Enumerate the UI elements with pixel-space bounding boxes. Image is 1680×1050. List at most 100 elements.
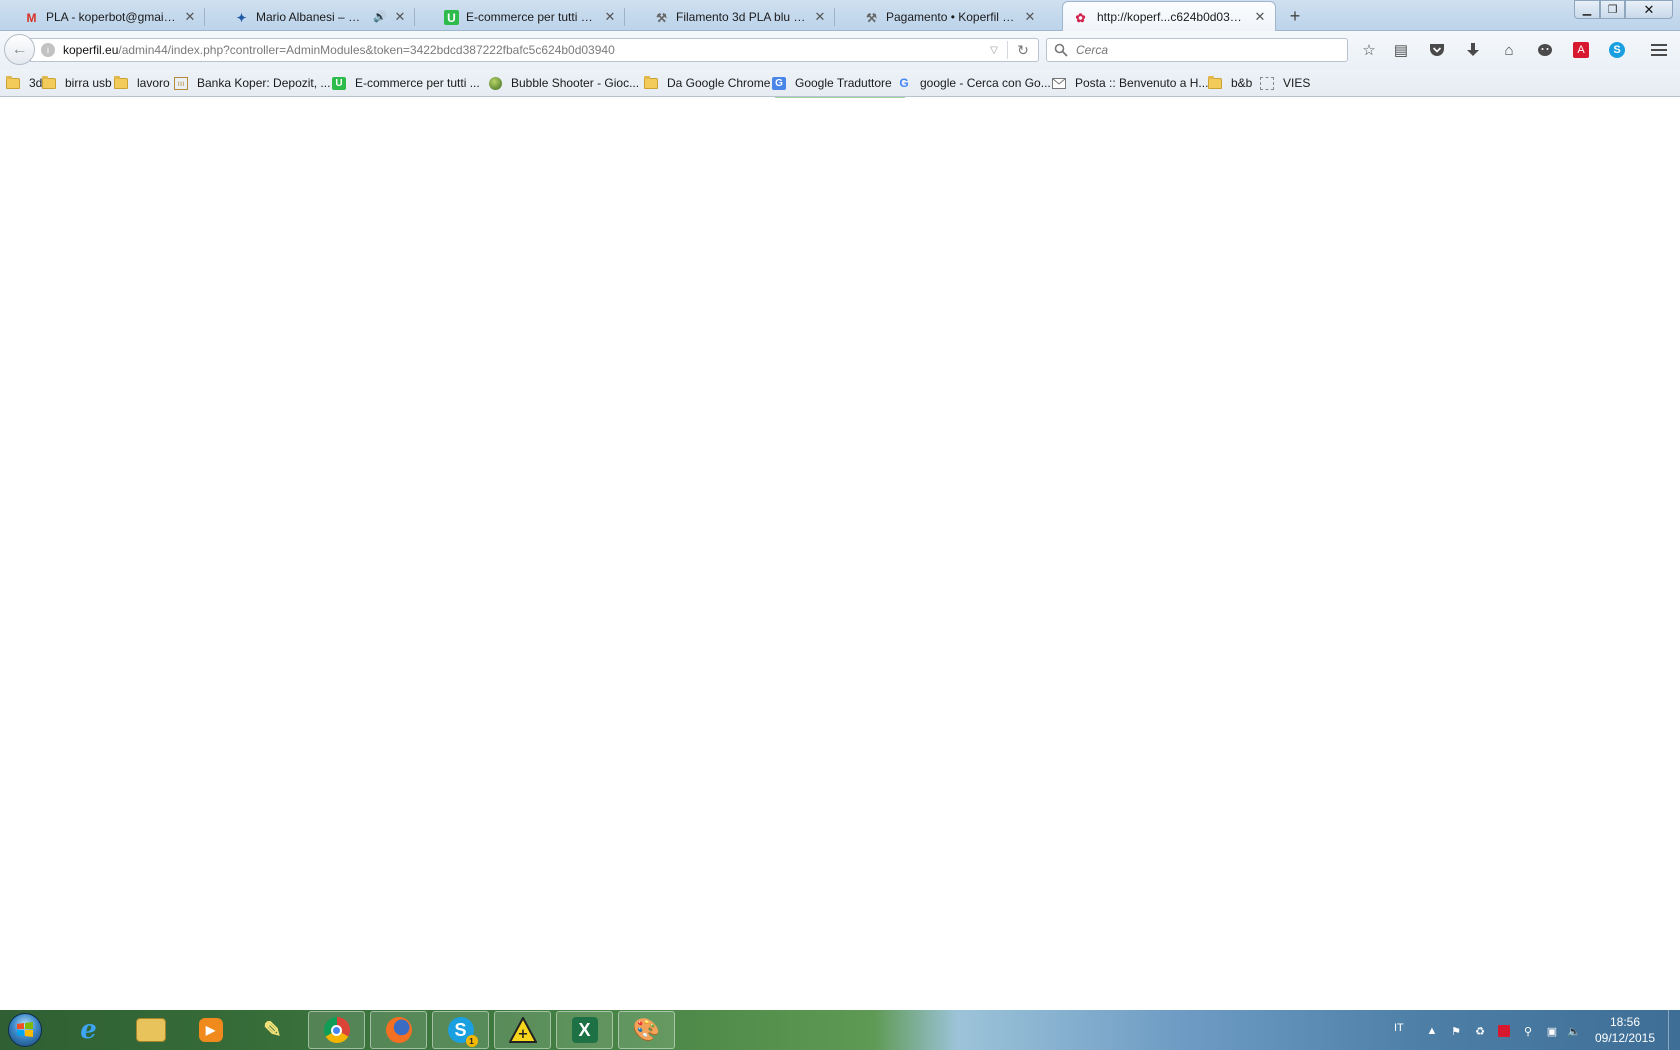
hamburger-menu-icon[interactable] xyxy=(1648,39,1670,61)
bookmark-folder-birra-usb[interactable]: birra usb xyxy=(42,74,112,92)
bookmark-folder-bnb[interactable]: b&b xyxy=(1208,74,1252,92)
bookmark-folder-chrome[interactable]: Da Google Chrome xyxy=(644,74,770,92)
minimize-button[interactable]: ▁ xyxy=(1574,0,1600,19)
url-text[interactable]: koperfil.eu/admin44/index.php?controller… xyxy=(63,43,981,57)
bookmark-ecommerce[interactable]: U E-commerce per tutti ... xyxy=(332,74,480,92)
firefox-icon[interactable] xyxy=(370,1011,427,1049)
paint-icon[interactable]: ✎ xyxy=(244,1011,301,1049)
hello-chat-icon[interactable] xyxy=(1534,39,1556,61)
bookmark-star-icon[interactable]: ☆ xyxy=(1358,39,1380,61)
bookmark-label: b&b xyxy=(1231,76,1253,90)
bookmark-google-search[interactable]: Ggoogle - Cerca con Go... xyxy=(897,74,1050,92)
close-window-button[interactable]: ✕ xyxy=(1625,0,1673,19)
tab-label: Pagamento • Koperfil the p... xyxy=(886,9,1017,24)
tab-active-admin[interactable]: ✿ http://koperf...c624b0d03940 ✕ xyxy=(1062,1,1276,31)
folder-icon xyxy=(644,75,658,90)
tab-close-icon[interactable]: ✕ xyxy=(183,9,197,25)
warning-app-icon[interactable]: + xyxy=(494,1011,551,1049)
back-button[interactable]: ← xyxy=(4,34,35,65)
navigation-toolbar: ← i koperfil.eu/admin44/index.php?contro… xyxy=(0,31,1680,69)
recycle-icon[interactable]: ♻ xyxy=(1473,1024,1487,1038)
bookmark-label: Da Google Chrome xyxy=(667,76,771,90)
media-player-icon[interactable]: ▶ xyxy=(182,1011,239,1049)
usb-icon[interactable]: ⚲ xyxy=(1521,1024,1535,1038)
u-icon: U xyxy=(332,76,346,90)
bookmark-folder-3d[interactable]: 3d xyxy=(6,74,42,92)
reload-icon[interactable]: ↻ xyxy=(1008,42,1038,59)
acrobat-tray-icon[interactable] xyxy=(1497,1024,1511,1038)
clock[interactable]: 18:56 09/12/2015 xyxy=(1585,1014,1665,1046)
bookmark-folder-lavoro[interactable]: lavoro xyxy=(114,74,170,92)
tab-rai[interactable]: ✦ Mario Albanesi – Rai N... 🔊 ✕ xyxy=(210,2,415,31)
bookmark-label: E-commerce per tutti ... xyxy=(355,76,480,90)
file-explorer-icon[interactable] xyxy=(122,1011,179,1049)
bookmark-google-translate[interactable]: G Google Traduttore xyxy=(772,74,892,92)
pocket-icon[interactable] xyxy=(1426,39,1448,61)
svg-text:+: + xyxy=(517,1027,528,1042)
search-input[interactable] xyxy=(1076,43,1336,57)
skype-taskbar-icon[interactable]: S1 xyxy=(432,1011,489,1049)
site-identity-icon[interactable]: i xyxy=(41,43,55,57)
skype-icon[interactable]: S xyxy=(1606,39,1628,61)
folder-icon xyxy=(1208,75,1222,90)
tab-label: E-commerce per tutti con ... xyxy=(466,9,597,24)
url-bar[interactable]: i koperfil.eu/admin44/index.php?controll… xyxy=(30,38,1039,62)
bookmark-posta[interactable]: Posta :: Benvenuto a H... xyxy=(1052,74,1208,92)
acrobat-icon[interactable]: A xyxy=(1570,39,1592,61)
bookmark-vies[interactable]: VIES xyxy=(1260,74,1310,92)
language-indicator[interactable]: IT xyxy=(1394,1022,1404,1034)
tab-ecommerce[interactable]: U E-commerce per tutti con ... ✕ xyxy=(420,2,625,31)
paint-app-icon[interactable]: 🎨 xyxy=(618,1011,675,1049)
bookmarks-menu-icon[interactable]: ▤ xyxy=(1390,39,1412,61)
home-icon[interactable]: ⌂ xyxy=(1498,39,1520,61)
koperfil-icon: ⚒ xyxy=(866,10,877,25)
tab-close-icon[interactable]: ✕ xyxy=(393,9,407,25)
show-hidden-icons-icon[interactable]: ▲ xyxy=(1425,1024,1439,1038)
rai-icon: ✦ xyxy=(236,10,247,25)
start-button[interactable] xyxy=(2,1011,48,1049)
game-icon xyxy=(488,76,502,90)
volume-icon[interactable]: 🔈 xyxy=(1567,1024,1581,1038)
history-dropdown-icon[interactable]: ▽ xyxy=(981,45,1007,56)
windows-logo-icon xyxy=(8,1013,42,1047)
tab-separator xyxy=(834,8,835,26)
speaker-icon[interactable]: 🔊 xyxy=(373,10,387,23)
bookmarks-toolbar: 3d birra usb lavoro ııı Banka Koper: Depo… xyxy=(0,69,1680,97)
system-tray: IT ▲ ⚑ ♻ ⚲ ▣ 🔈 18:56 09/12/2015 xyxy=(1385,1010,1680,1050)
downloads-icon[interactable] xyxy=(1462,39,1484,61)
mail-icon xyxy=(1052,77,1066,90)
tab-label: http://koperf...c624b0d03940 xyxy=(1097,9,1247,24)
network-icon[interactable]: ▣ xyxy=(1545,1024,1559,1038)
tab-close-icon[interactable]: ✕ xyxy=(603,9,617,25)
bookmark-label: VIES xyxy=(1283,76,1311,90)
folder-icon xyxy=(42,75,56,90)
tab-separator xyxy=(204,8,205,26)
internet-explorer-icon[interactable]: e xyxy=(60,1011,117,1049)
windows-taskbar: e ▶ ✎ S1 + X 🎨 IT ▲ ⚑ ♻ ⚲ ▣ 🔈 18:56 09/1… xyxy=(0,1010,1680,1050)
bookmark-label: birra usb xyxy=(65,76,112,90)
folder-icon xyxy=(6,75,20,90)
maximize-button[interactable]: ❐ xyxy=(1600,0,1625,19)
tab-close-icon[interactable]: ✕ xyxy=(1023,9,1037,25)
bookmark-label: 3d xyxy=(29,76,43,90)
tab-close-icon[interactable]: ✕ xyxy=(813,9,827,25)
bookmark-label: Google Traduttore xyxy=(795,76,892,90)
gmail-icon: M xyxy=(26,10,37,25)
new-tab-button[interactable]: + xyxy=(1284,5,1306,27)
tab-gmail[interactable]: M PLA - koperbot@gmail.co... ✕ xyxy=(0,2,205,31)
action-center-icon[interactable]: ⚑ xyxy=(1449,1024,1463,1038)
excel-icon[interactable]: X xyxy=(556,1011,613,1049)
bookmark-bubble-shooter[interactable]: Bubble Shooter - Gioc... xyxy=(488,74,639,92)
tab-pagamento[interactable]: ⚒ Pagamento • Koperfil the p... ✕ xyxy=(840,2,1045,31)
search-bar[interactable] xyxy=(1046,38,1348,62)
url-path: /admin44/index.php?controller=AdminModul… xyxy=(118,43,615,57)
tab-label: PLA - koperbot@gmail.co... xyxy=(46,9,177,24)
chrome-icon[interactable] xyxy=(308,1011,365,1049)
search-icon xyxy=(1054,43,1068,57)
tab-filamento[interactable]: ⚒ Filamento 3d PLA blu 1.75... ✕ xyxy=(630,2,835,31)
show-desktop-button[interactable] xyxy=(1668,1010,1680,1050)
bookmark-label: Posta :: Benvenuto a H... xyxy=(1075,76,1209,90)
bookmark-label: Banka Koper: Depozit, ... xyxy=(197,76,331,90)
bookmark-banka-koper[interactable]: ııı Banka Koper: Depozit, ... xyxy=(174,74,330,92)
tab-close-icon[interactable]: ✕ xyxy=(1253,9,1267,25)
